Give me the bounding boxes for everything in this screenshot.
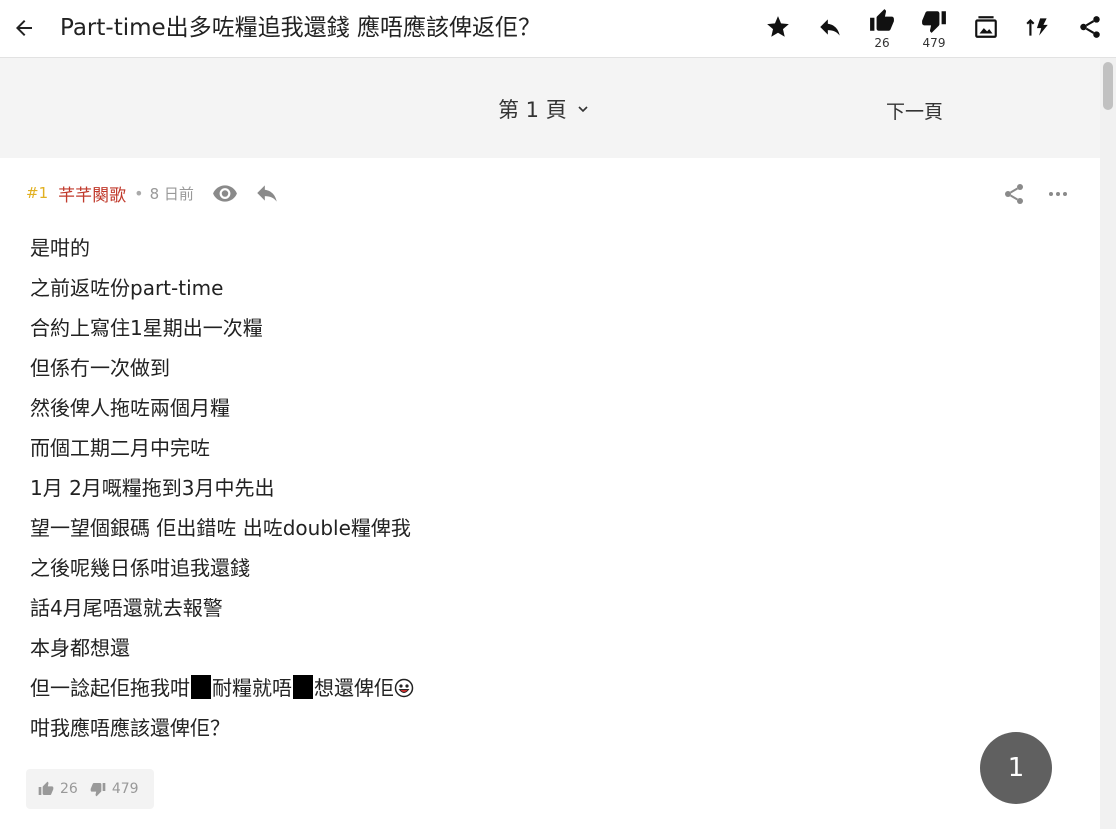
post-share-icon[interactable] — [1002, 182, 1026, 206]
post-line: 合約上寫住1星期出一次糧 — [30, 316, 263, 340]
post-line-segment: 耐糧就唔 — [212, 676, 292, 700]
sort-flash-icon[interactable] — [1025, 14, 1051, 40]
post-time: 8 日前 — [149, 184, 194, 203]
post-line: 本身都想還 — [30, 636, 130, 660]
redacted-block — [191, 675, 211, 699]
thread-title: Part-time出多咗糧追我還錢 應唔應該俾返佢？ — [60, 15, 541, 41]
image-mode-icon[interactable] — [973, 14, 999, 40]
scrollbar-thumb[interactable] — [1103, 62, 1113, 110]
top-bar: Part-time出多咗糧追我還錢 應唔應該俾返佢？ 26 479 — [0, 0, 1116, 58]
post-line: 然後俾人拖咗兩個月糧 — [30, 396, 230, 420]
post-dislike-count: 479 — [111, 781, 139, 797]
scrollbar[interactable] — [1100, 58, 1116, 829]
post-line: 但一諗起佢拖我咁 耐糧就唔 想還俾佢 — [30, 668, 414, 708]
post-header: #1 芊芊闋歌 • 8 日前 — [26, 178, 296, 208]
post-line: 之前返咗份part-time — [30, 276, 224, 300]
post-line: 而個工期二月中完咗 — [30, 436, 210, 460]
smiley-emoji-icon — [394, 678, 414, 698]
post-dislike-button[interactable]: 479 — [90, 781, 139, 797]
separator-dot: • — [134, 183, 144, 203]
post-content: 是咁的 之前返咗份part-time 合約上寫住1星期出一次糧 但係冇一次做到 … — [30, 228, 414, 748]
post-line: 咁我應唔應該還俾佢？ — [30, 716, 230, 740]
post-like-count: 26 — [60, 781, 78, 797]
page-label: 第 1 頁 — [498, 98, 567, 122]
like-count: 26 — [874, 36, 890, 50]
post-like-button[interactable]: 26 — [38, 781, 78, 797]
floating-page-button[interactable]: 1 — [980, 732, 1052, 804]
eye-icon[interactable] — [212, 180, 238, 206]
thumbs-down-icon — [90, 783, 106, 797]
thumbs-down-icon[interactable] — [921, 8, 947, 34]
next-page-link[interactable]: 下一頁 — [886, 97, 943, 124]
post-line-segment: 想還俾佢 — [314, 676, 394, 700]
quote-reply-icon[interactable] — [254, 180, 280, 206]
reply-icon[interactable] — [817, 14, 843, 40]
post-line: 但係冇一次做到 — [30, 356, 170, 380]
redacted-block — [293, 675, 313, 699]
post-vote-box: 26 479 — [26, 769, 154, 809]
page-navigator: 第 1 頁 下一頁 — [0, 58, 1100, 158]
post-line: 望一望個銀碼 佢出錯咗 出咗double糧俾我 — [30, 516, 411, 540]
post-line-segment: 但一諗起佢拖我咁 — [30, 676, 190, 700]
thumbs-up-icon — [38, 781, 54, 795]
page-select-dropdown[interactable]: 第 1 頁 — [498, 94, 591, 124]
back-arrow-icon[interactable] — [12, 16, 36, 40]
thumbs-up-icon[interactable] — [869, 8, 895, 34]
post-line: 之後呢幾日係咁追我還錢 — [30, 556, 250, 580]
post-number: #1 — [26, 184, 49, 202]
share-icon[interactable] — [1077, 14, 1103, 40]
more-options-icon[interactable] — [1046, 182, 1070, 206]
post-line: 是咁的 — [30, 236, 90, 260]
post-line: 話4月尾唔還就去報警 — [30, 596, 223, 620]
author-name[interactable]: 芊芊闋歌 — [58, 181, 126, 206]
star-icon[interactable] — [765, 14, 791, 40]
chevron-down-icon — [578, 106, 588, 113]
dislike-count: 479 — [922, 36, 946, 50]
post-line: 1月 2月嘅糧拖到3月中先出 — [30, 476, 275, 500]
